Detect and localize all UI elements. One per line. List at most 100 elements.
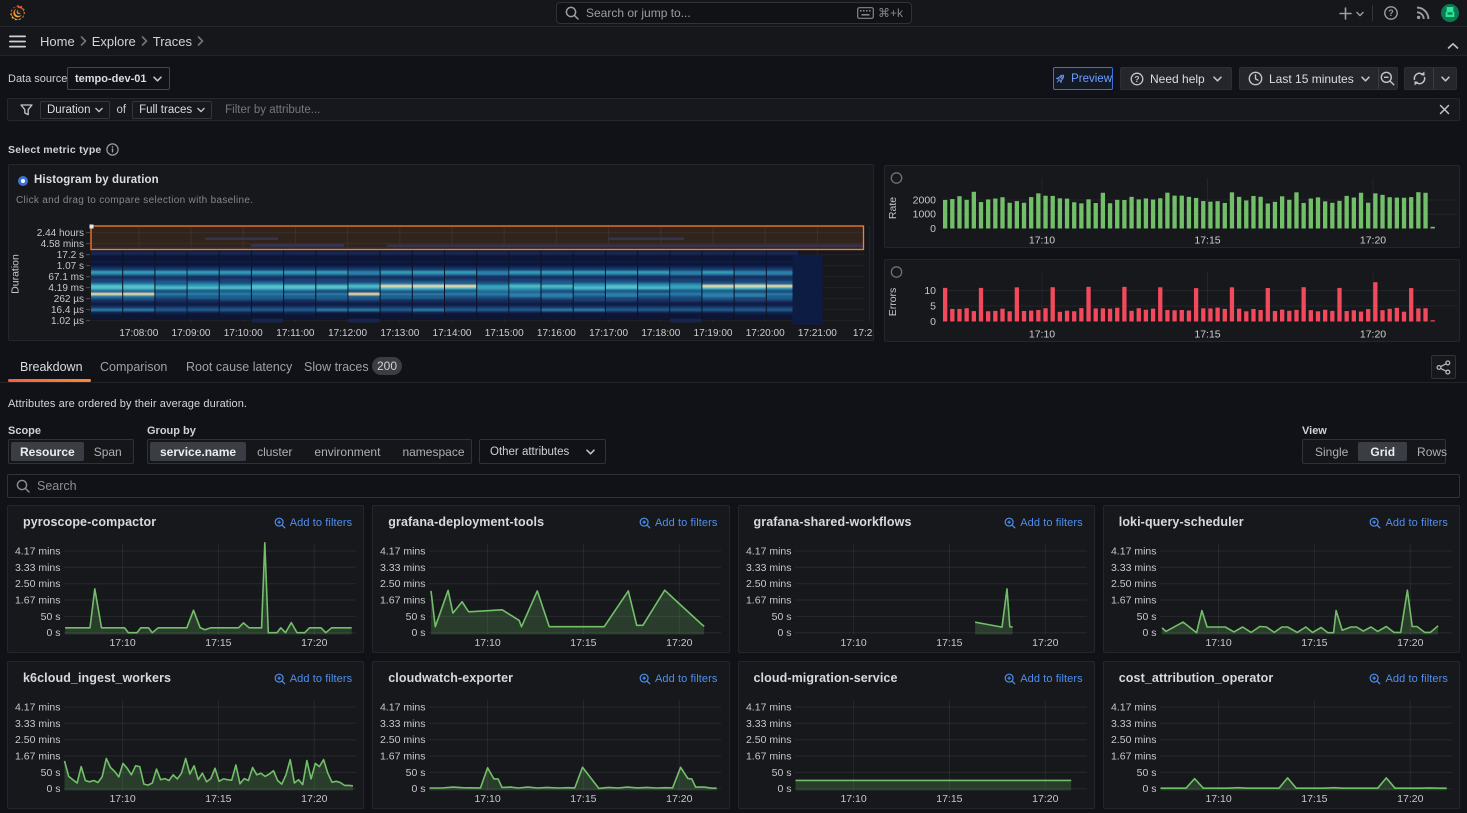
svg-text:17:20:00: 17:20:00	[746, 328, 785, 339]
svg-text:17:20: 17:20	[1397, 793, 1423, 805]
svg-text:17:20: 17:20	[1360, 329, 1386, 341]
svg-text:17:09:00: 17:09:00	[172, 328, 211, 339]
svg-text:17:20: 17:20	[666, 637, 692, 649]
svg-text:17:10: 17:10	[840, 793, 866, 805]
svg-text:17:18:00: 17:18:00	[641, 328, 680, 339]
svg-text:0 s: 0 s	[777, 627, 791, 639]
svg-text:17:15: 17:15	[1194, 235, 1220, 247]
svg-text:1.67 mins: 1.67 mins	[15, 751, 61, 763]
svg-text:0 s: 0 s	[412, 783, 426, 795]
svg-text:4.58 mins: 4.58 mins	[41, 239, 84, 250]
svg-text:17:15: 17:15	[936, 793, 962, 805]
svg-text:17:15: 17:15	[571, 637, 597, 649]
svg-text:17:11:00: 17:11:00	[276, 328, 315, 339]
svg-text:0 s: 0 s	[1142, 627, 1156, 639]
svg-text:2.50 mins: 2.50 mins	[380, 734, 426, 746]
svg-text:4.17 mins: 4.17 mins	[745, 702, 791, 714]
svg-text:17:10: 17:10	[1029, 329, 1055, 341]
svg-text:4.17 mins: 4.17 mins	[1111, 702, 1157, 714]
svg-text:67.1 ms: 67.1 ms	[48, 272, 84, 283]
svg-text:17:10: 17:10	[109, 637, 135, 649]
svg-text:2.50 mins: 2.50 mins	[1111, 734, 1157, 746]
svg-text:17:20: 17:20	[1032, 637, 1058, 649]
svg-text:4.19 ms: 4.19 ms	[48, 283, 84, 294]
svg-text:4.17 mins: 4.17 mins	[1111, 546, 1157, 558]
svg-text:17:10: 17:10	[1029, 235, 1055, 247]
svg-text:3.33 mins: 3.33 mins	[15, 562, 61, 574]
svg-text:17:10: 17:10	[1205, 793, 1231, 805]
svg-text:1.67 mins: 1.67 mins	[380, 751, 426, 763]
svg-text:0 s: 0 s	[412, 627, 426, 639]
svg-text:3.33 mins: 3.33 mins	[1111, 562, 1157, 574]
svg-text:262 µs: 262 µs	[54, 294, 84, 305]
svg-text:50 s: 50 s	[771, 611, 791, 623]
svg-text:50 s: 50 s	[41, 767, 61, 779]
svg-text:0 s: 0 s	[1142, 783, 1156, 795]
svg-text:17:10: 17:10	[109, 793, 135, 805]
svg-text:1.67 mins: 1.67 mins	[15, 595, 61, 607]
svg-text:50 s: 50 s	[1136, 767, 1156, 779]
svg-text:4.17 mins: 4.17 mins	[15, 702, 61, 714]
svg-text:3.33 mins: 3.33 mins	[15, 718, 61, 730]
svg-text:1000: 1000	[913, 209, 937, 221]
svg-text:17.2 s: 17.2 s	[57, 250, 84, 261]
svg-text:3.33 mins: 3.33 mins	[380, 718, 426, 730]
svg-text:0: 0	[930, 223, 936, 235]
svg-text:Errors: Errors	[887, 288, 899, 317]
svg-text:17:20: 17:20	[301, 793, 327, 805]
svg-text:17:15: 17:15	[1194, 329, 1220, 341]
svg-text:4.17 mins: 4.17 mins	[15, 546, 61, 558]
svg-text:17:14:00: 17:14:00	[433, 328, 472, 339]
svg-text:1.67 mins: 1.67 mins	[1111, 595, 1157, 607]
svg-text:Rate: Rate	[887, 197, 899, 219]
svg-text:4.17 mins: 4.17 mins	[745, 546, 791, 558]
svg-text:50 s: 50 s	[771, 767, 791, 779]
svg-text:3.33 mins: 3.33 mins	[745, 562, 791, 574]
svg-text:1.67 mins: 1.67 mins	[745, 595, 791, 607]
svg-text:16.4 µs: 16.4 µs	[51, 305, 84, 316]
svg-text:50 s: 50 s	[406, 611, 426, 623]
svg-text:17:15: 17:15	[936, 637, 962, 649]
svg-text:17:13:00: 17:13:00	[380, 328, 419, 339]
svg-text:4.17 mins: 4.17 mins	[380, 546, 426, 558]
svg-text:2.50 mins: 2.50 mins	[380, 578, 426, 590]
svg-text:3.33 mins: 3.33 mins	[380, 562, 426, 574]
svg-text:17:20: 17:20	[301, 637, 327, 649]
svg-text:0 s: 0 s	[46, 627, 60, 639]
svg-text:17:10: 17:10	[475, 793, 501, 805]
svg-text:17:19:00: 17:19:00	[694, 328, 733, 339]
svg-text:50 s: 50 s	[1136, 611, 1156, 623]
svg-text:17:10: 17:10	[840, 637, 866, 649]
svg-text:17:10: 17:10	[1205, 637, 1231, 649]
svg-text:1.07 s: 1.07 s	[57, 261, 84, 272]
svg-text:2.50 mins: 2.50 mins	[1111, 578, 1157, 590]
svg-text:17:17:00: 17:17:00	[589, 328, 628, 339]
svg-text:17:22:0: 17:22:0	[853, 328, 874, 339]
svg-text:1.02 µs: 1.02 µs	[51, 316, 84, 327]
svg-text:2.50 mins: 2.50 mins	[15, 734, 61, 746]
svg-text:2.50 mins: 2.50 mins	[15, 578, 61, 590]
svg-text:3.33 mins: 3.33 mins	[1111, 718, 1157, 730]
svg-text:2000: 2000	[913, 194, 937, 206]
svg-text:17:21:00: 17:21:00	[798, 328, 837, 339]
svg-text:3.33 mins: 3.33 mins	[745, 718, 791, 730]
svg-text:17:10: 17:10	[475, 637, 501, 649]
svg-text:1.67 mins: 1.67 mins	[380, 595, 426, 607]
svg-text:2.44 hours: 2.44 hours	[37, 228, 84, 239]
svg-text:17:15: 17:15	[205, 637, 231, 649]
svg-text:?: ?	[1388, 8, 1393, 18]
svg-text:17:20: 17:20	[666, 793, 692, 805]
svg-text:17:15: 17:15	[1301, 637, 1327, 649]
svg-text:1.67 mins: 1.67 mins	[1111, 751, 1157, 763]
svg-text:1.67 mins: 1.67 mins	[745, 751, 791, 763]
svg-text:Duration: Duration	[10, 254, 22, 294]
svg-text:0 s: 0 s	[777, 783, 791, 795]
svg-text:17:15: 17:15	[571, 793, 597, 805]
svg-text:17:20: 17:20	[1397, 637, 1423, 649]
svg-text:0 s: 0 s	[46, 783, 60, 795]
svg-text:17:12:00: 17:12:00	[328, 328, 367, 339]
svg-text:4.17 mins: 4.17 mins	[380, 702, 426, 714]
svg-text:5: 5	[930, 300, 936, 312]
svg-text:17:20: 17:20	[1360, 235, 1386, 247]
svg-text:?: ?	[1134, 74, 1139, 84]
